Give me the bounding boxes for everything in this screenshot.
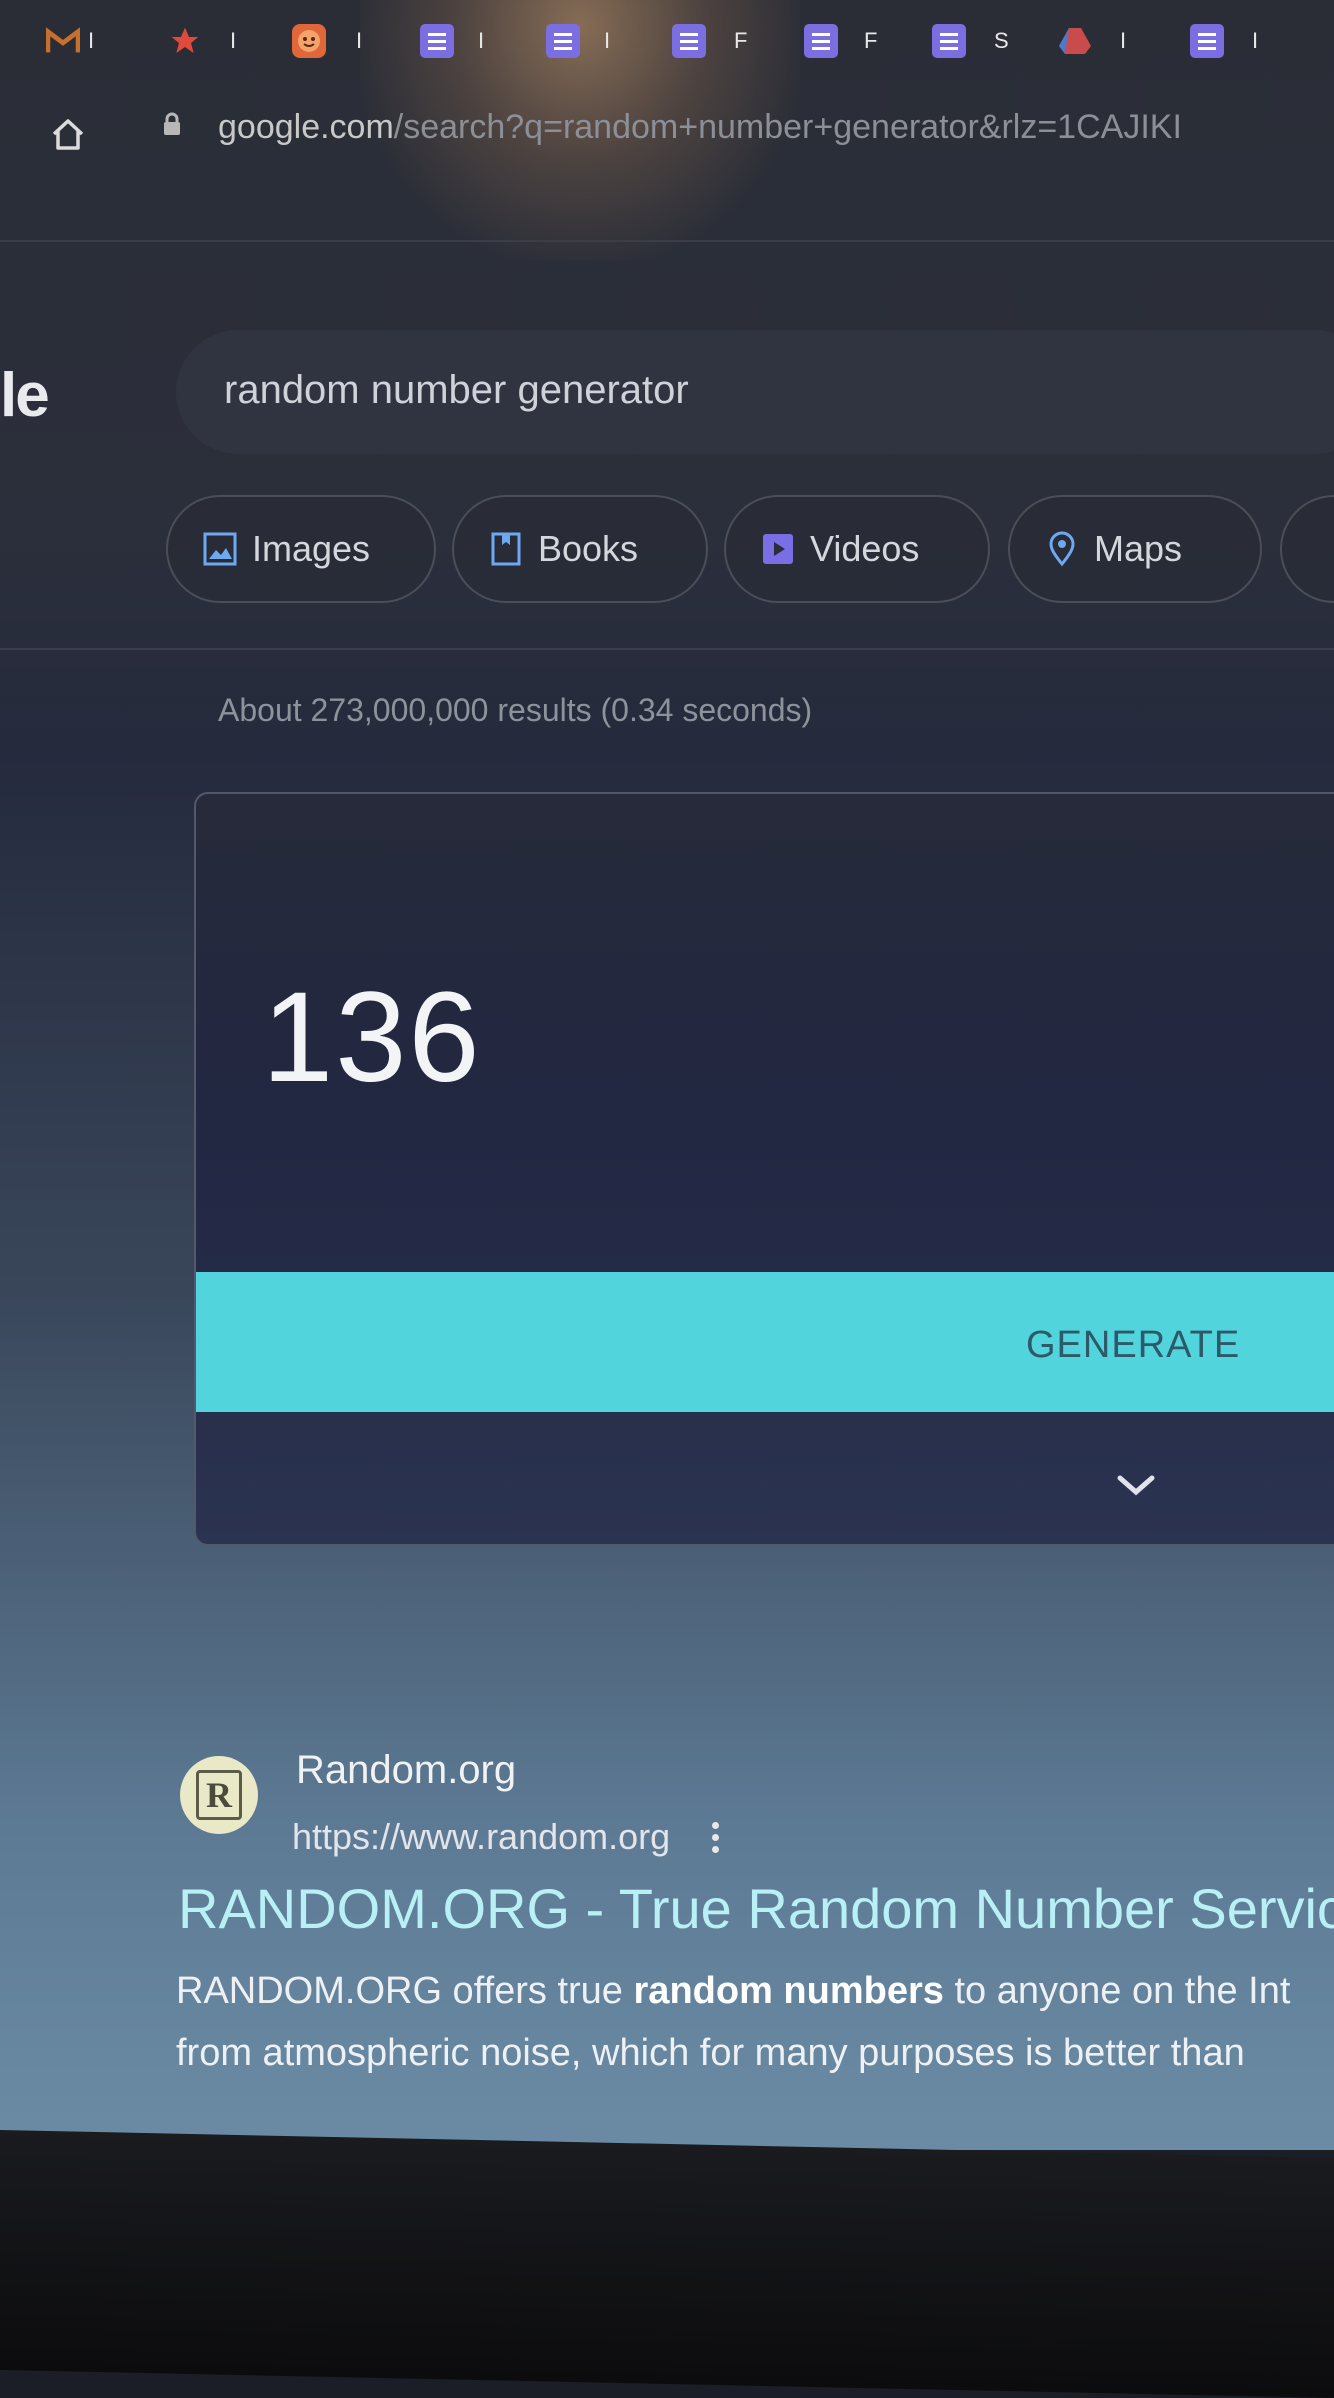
bookmark-label[interactable]: F: [864, 28, 877, 54]
chip-maps[interactable]: Maps: [1008, 495, 1262, 603]
doc-icon[interactable]: [1190, 24, 1224, 58]
snippet-highlight: random numbers: [633, 1970, 944, 2012]
home-icon[interactable]: [50, 116, 86, 152]
google-logo[interactable]: le: [0, 360, 50, 431]
more-options-icon[interactable]: [712, 1822, 722, 1860]
bookmark-label[interactable]: I: [88, 28, 94, 54]
doc-icon[interactable]: [546, 24, 580, 58]
gmail-icon[interactable]: [46, 24, 80, 58]
result-title-link[interactable]: RANDOM.ORG - True Random Number Servic: [178, 1876, 1334, 1941]
doc-icon[interactable]: [420, 24, 454, 58]
face-icon[interactable]: [292, 24, 326, 58]
search-box[interactable]: random number generator: [176, 330, 1334, 454]
result-site-name[interactable]: Random.org: [296, 1748, 516, 1793]
search-input[interactable]: random number generator: [224, 368, 689, 413]
snippet-text: RANDOM.ORG offers true: [176, 1970, 634, 2012]
bookmark-label[interactable]: I: [356, 28, 362, 54]
favicon-letter: R: [196, 1770, 242, 1820]
screen: I I I I I F F S I I google.com/search?q=: [0, 0, 1334, 2150]
doc-icon[interactable]: [672, 24, 706, 58]
image-icon: [202, 531, 238, 567]
chip-label: Books: [538, 528, 639, 569]
url-path: /search?q=random+number+generator&rlz=1C…: [393, 108, 1182, 146]
chip-label: Images: [252, 528, 371, 569]
bookmark-label[interactable]: I: [230, 28, 236, 54]
random-number-generator-card: 136 GENERATE: [194, 792, 1334, 1546]
bookmark-label[interactable]: I: [1252, 28, 1258, 54]
bookmark-label[interactable]: I: [604, 28, 610, 54]
star-icon[interactable]: [168, 24, 202, 58]
chip-label: Videos: [810, 528, 920, 569]
site-favicon[interactable]: R: [180, 1756, 258, 1834]
snippet-text: from atmospheric noise, which for many p…: [176, 2032, 1245, 2074]
bookmark-label[interactable]: I: [1120, 28, 1126, 54]
doc-icon[interactable]: [932, 24, 966, 58]
chip-more[interactable]: [1280, 495, 1334, 603]
map-pin-icon: [1044, 531, 1080, 567]
snippet-text: to anyone on the Int: [943, 1970, 1291, 2012]
bookmark-label[interactable]: S: [994, 28, 1009, 54]
result-stats: About 273,000,000 results (0.34 seconds): [218, 692, 813, 728]
address-bar-url[interactable]: google.com/search?q=random+number+genera…: [218, 108, 1182, 147]
bookmark-label[interactable]: I: [478, 28, 484, 54]
book-icon: [488, 531, 524, 567]
lock-icon[interactable]: [162, 112, 182, 136]
chip-videos[interactable]: Videos: [724, 495, 990, 603]
toolbar-divider: [0, 240, 1334, 242]
generate-button[interactable]: GENERATE: [196, 1272, 1334, 1412]
chip-books[interactable]: Books: [452, 495, 708, 603]
generate-button-label: GENERATE: [1026, 1324, 1241, 1366]
chip-images[interactable]: Images: [166, 495, 436, 603]
drive-icon[interactable]: [1058, 24, 1092, 58]
generated-number: 136: [262, 966, 482, 1109]
chip-label: Maps: [1094, 528, 1183, 569]
bookmarks-bar: I I I I I F F S I I: [0, 10, 1334, 70]
video-icon: [760, 531, 796, 567]
doc-icon[interactable]: [804, 24, 838, 58]
result-url[interactable]: https://www.random.org: [292, 1816, 670, 1858]
bookmark-label[interactable]: F: [734, 28, 747, 54]
url-host: google.com: [218, 108, 394, 146]
result-snippet: RANDOM.ORG offers true random numbers to…: [176, 1960, 1290, 2084]
results-divider: [0, 648, 1334, 650]
laptop-bezel: [0, 2130, 1334, 2398]
chevron-down-icon[interactable]: [1116, 1474, 1156, 1498]
